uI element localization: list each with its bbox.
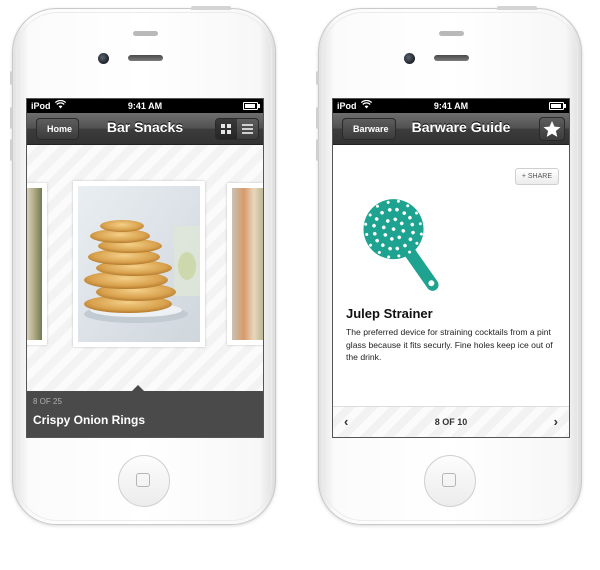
proximity-sensor <box>439 31 464 36</box>
pager-count: 8 OF 10 <box>434 417 468 427</box>
status-bar: iPod 9:41 AM <box>27 99 263 113</box>
item-counter: 8 OF 25 <box>33 397 62 406</box>
navigation-bar: Barware Barware Guide <box>333 113 569 145</box>
volume-up-button <box>316 107 319 129</box>
mute-switch <box>316 71 319 85</box>
grid-view-icon <box>221 124 232 134</box>
star-icon <box>543 121 561 137</box>
guide-item-detail: + SHARE Julep Strainer The preferred dev… <box>333 145 569 407</box>
battery-icon <box>549 102 566 110</box>
navigation-bar: Home Bar Snacks <box>27 113 263 145</box>
next-snack-photo <box>232 188 263 340</box>
carousel-card-previous[interactable] <box>27 183 47 345</box>
home-square-icon <box>136 473 150 487</box>
share-button[interactable]: + SHARE <box>514 168 559 185</box>
grid-view-button[interactable] <box>216 119 237 139</box>
volume-down-button <box>10 139 13 161</box>
front-camera <box>98 53 109 64</box>
caption-bar: 8 OF 25 Crispy Onion Rings <box>27 385 263 437</box>
sleep-button <box>191 6 231 10</box>
list-view-icon <box>242 124 253 134</box>
favorite-button[interactable] <box>539 117 565 141</box>
home-button[interactable] <box>118 455 170 507</box>
sleep-button <box>497 6 537 10</box>
battery-icon <box>243 102 260 110</box>
screen: iPod 9:41 AM Home Bar Snacks 8 OF 25 Cri… <box>26 98 264 438</box>
page-title: Barware Guide <box>411 119 511 135</box>
earpiece-speaker <box>434 55 469 61</box>
proximity-sensor <box>133 31 158 36</box>
pager-bar: ‹ 8 OF 10 › <box>333 406 569 437</box>
mute-switch <box>10 71 13 85</box>
volume-up-button <box>10 107 13 129</box>
screen: iPod 9:41 AM Barware Barware Guide + SHA… <box>332 98 570 438</box>
view-toggle <box>215 118 259 140</box>
earpiece-speaker <box>128 55 163 61</box>
volume-down-button <box>316 139 319 161</box>
phone-barware-guide: iPod 9:41 AM Barware Barware Guide + SHA… <box>316 6 582 525</box>
status-time: 9:41 AM <box>127 101 163 111</box>
onion-rings-photo <box>78 186 200 342</box>
status-time: 9:41 AM <box>433 101 469 111</box>
phone-bar-snacks: iPod 9:41 AM Home Bar Snacks 8 OF 25 Cri… <box>10 6 276 525</box>
home-square-icon <box>442 473 456 487</box>
snack-carousel[interactable]: 8 OF 25 Crispy Onion Rings <box>27 145 263 437</box>
home-button[interactable] <box>424 455 476 507</box>
snack-title: Crispy Onion Rings <box>33 413 146 427</box>
front-camera <box>404 53 415 64</box>
carousel-card-next[interactable] <box>227 183 263 345</box>
previous-snack-photo <box>27 188 42 340</box>
carousel-card-current[interactable] <box>73 181 205 347</box>
item-title: Julep Strainer <box>346 306 433 321</box>
next-item-button[interactable]: › <box>554 414 558 429</box>
julep-strainer-icon <box>363 199 439 291</box>
status-bar: iPod 9:41 AM <box>333 99 569 113</box>
list-view-button[interactable] <box>237 119 258 139</box>
item-description: The preferred device for straining cockt… <box>346 327 553 362</box>
